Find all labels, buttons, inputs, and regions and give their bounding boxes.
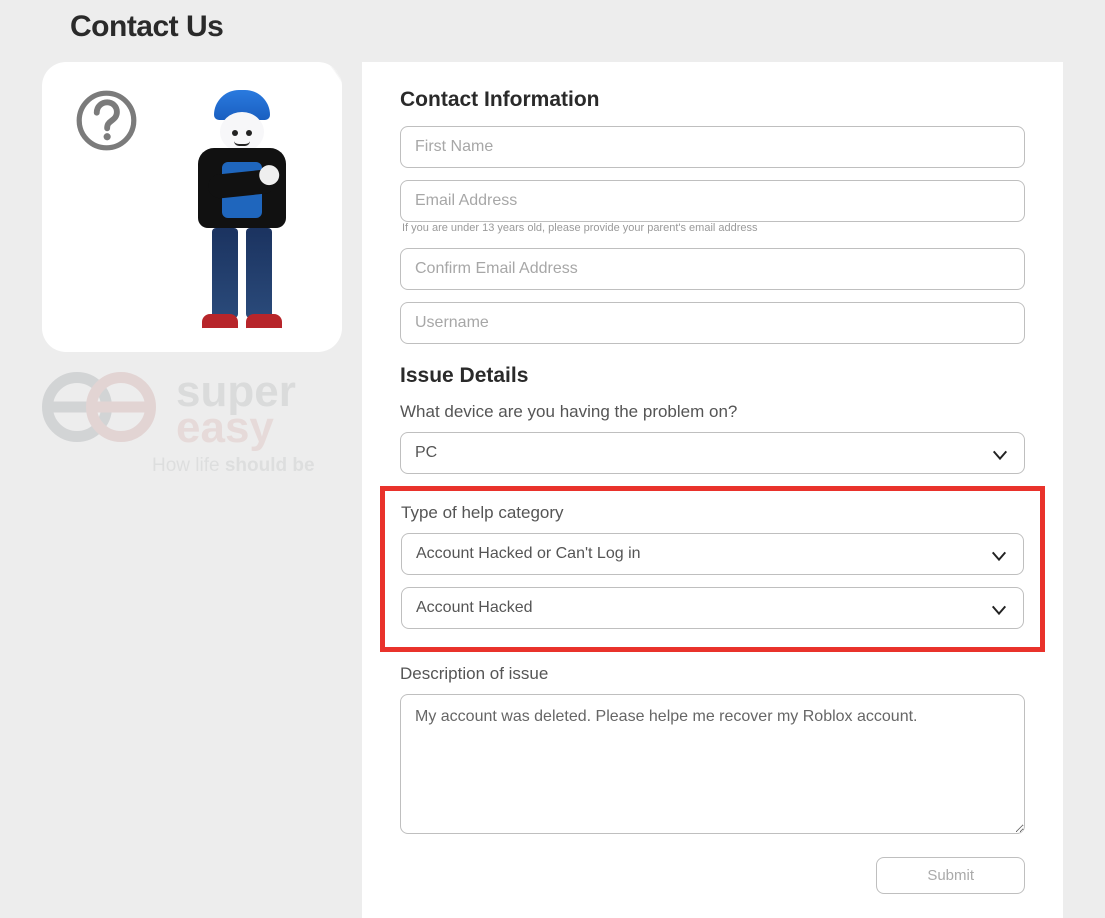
help-subcategory-select[interactable]: Account Hacked [401, 587, 1024, 629]
watermark-tagline: How life should be [42, 455, 352, 477]
description-textarea[interactable] [400, 694, 1025, 834]
contact-info-heading: Contact Information [400, 88, 1025, 112]
question-icon [74, 88, 139, 153]
hero-card [42, 62, 342, 352]
watermark-logo: super easy How life should be [42, 372, 352, 477]
page-title: Contact Us [70, 10, 1063, 44]
email-input[interactable] [400, 180, 1025, 222]
avatar-illustration [182, 90, 302, 330]
issue-details-heading: Issue Details [400, 364, 1025, 388]
form-panel: Contact Information If you are under 13 … [362, 62, 1063, 918]
username-input[interactable] [400, 302, 1025, 344]
submit-button[interactable]: Submit [876, 857, 1025, 894]
device-label: What device are you having the problem o… [400, 402, 1025, 422]
help-category-highlight: Type of help category Account Hacked or … [380, 486, 1045, 652]
help-category-label: Type of help category [401, 503, 1024, 523]
email-helper-text: If you are under 13 years old, please pr… [402, 222, 1025, 234]
first-name-input[interactable] [400, 126, 1025, 168]
device-select[interactable]: PC [400, 432, 1025, 474]
description-label: Description of issue [400, 664, 1025, 684]
help-category-select[interactable]: Account Hacked or Can't Log in [401, 533, 1024, 575]
watermark-text-2: easy [176, 408, 352, 448]
confirm-email-input[interactable] [400, 248, 1025, 290]
